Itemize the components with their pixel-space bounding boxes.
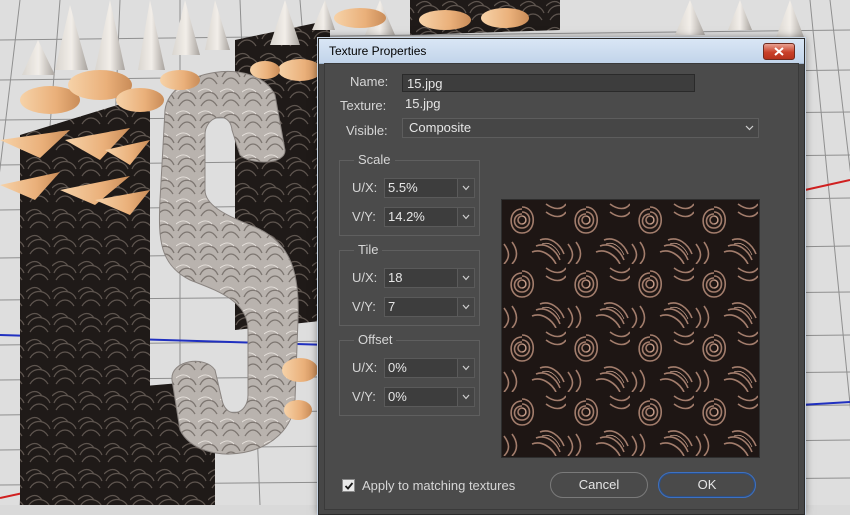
- tile-group: Tile U/X: 18 V/Y: 7: [339, 242, 480, 326]
- scale-group-title: Scale: [354, 152, 395, 167]
- offset-group: Offset U/X: 0% V/Y: 0%: [339, 332, 480, 416]
- offset-vy-dropdown-button[interactable]: [457, 388, 474, 406]
- tile-vy-combo[interactable]: 7: [384, 297, 475, 317]
- chevron-down-icon: [462, 394, 470, 400]
- dialog-title: Texture Properties: [329, 44, 427, 58]
- scale-vy-dropdown-button[interactable]: [457, 208, 474, 226]
- cancel-button[interactable]: Cancel: [550, 472, 648, 498]
- chevron-down-icon: [462, 304, 470, 310]
- chevron-down-icon: [462, 275, 470, 281]
- scale-ux-dropdown-button[interactable]: [457, 179, 474, 197]
- scale-vy-label: V/Y:: [352, 209, 376, 224]
- texture-value: 15.jpg: [405, 96, 441, 111]
- scale-ux-value: 5.5%: [388, 180, 418, 195]
- close-button[interactable]: [763, 43, 795, 60]
- texture-label: Texture:: [340, 98, 387, 113]
- name-field[interactable]: 15.jpg: [402, 74, 695, 92]
- visible-select[interactable]: Composite: [402, 118, 759, 138]
- apply-matching-label[interactable]: Apply to matching textures: [362, 478, 515, 493]
- tile-vy-dropdown-button[interactable]: [457, 298, 474, 316]
- tile-ux-combo[interactable]: 18: [384, 268, 475, 288]
- scale-vy-combo[interactable]: 14.2%: [384, 207, 475, 227]
- chevron-down-icon: [745, 125, 754, 131]
- name-label: Name:: [350, 74, 389, 89]
- tile-ux-value: 18: [388, 270, 403, 285]
- offset-group-title: Offset: [354, 332, 397, 347]
- offset-ux-value: 0%: [388, 360, 407, 375]
- scale-group: Scale U/X: 5.5% V/Y: 14.2%: [339, 152, 480, 236]
- texture-properties-dialog: Texture Properties Name: 15.jpg Texture:…: [318, 38, 805, 515]
- chevron-down-icon: [462, 365, 470, 371]
- offset-ux-label: U/X:: [352, 360, 378, 375]
- tile-group-title: Tile: [354, 242, 383, 257]
- offset-ux-combo[interactable]: 0%: [384, 358, 475, 378]
- dialog-titlebar[interactable]: Texture Properties: [319, 39, 804, 64]
- offset-vy-combo[interactable]: 0%: [384, 387, 475, 407]
- offset-vy-label: V/Y:: [352, 389, 376, 404]
- tile-ux-dropdown-button[interactable]: [457, 269, 474, 287]
- chevron-down-icon: [462, 185, 470, 191]
- visible-label: Visible:: [346, 123, 388, 138]
- texture-preview: [501, 199, 760, 458]
- close-x-icon: [774, 47, 784, 56]
- checkmark-icon: [344, 482, 354, 490]
- tile-vy-label: V/Y:: [352, 299, 376, 314]
- apply-matching-checkbox[interactable]: [342, 479, 355, 492]
- tile-ux-label: U/X:: [352, 270, 378, 285]
- scale-vy-value: 14.2%: [388, 209, 425, 224]
- ok-button[interactable]: OK: [658, 472, 756, 498]
- tile-vy-value: 7: [388, 299, 396, 314]
- offset-ux-dropdown-button[interactable]: [457, 359, 474, 377]
- texture-preview-image: [502, 200, 759, 457]
- dialog-body: Name: 15.jpg Texture: 15.jpg Visible: Co…: [324, 63, 799, 510]
- scale-ux-combo[interactable]: 5.5%: [384, 178, 475, 198]
- offset-vy-value: 0%: [388, 389, 407, 404]
- visible-select-value: Composite: [409, 120, 472, 135]
- scale-ux-label: U/X:: [352, 180, 378, 195]
- chevron-down-icon: [462, 214, 470, 220]
